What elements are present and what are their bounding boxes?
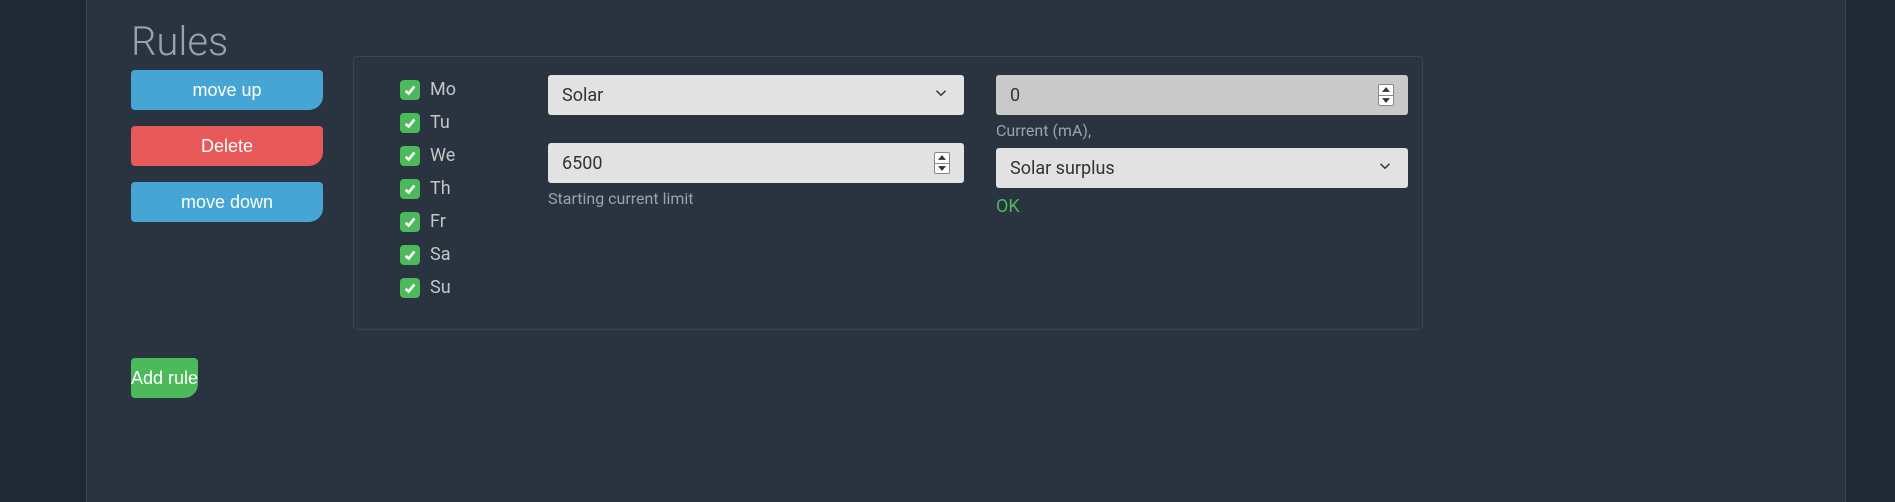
surplus-select[interactable]: Solar surplus <box>996 148 1408 188</box>
add-rule-slot: Add rule <box>131 358 323 398</box>
move-down-button[interactable]: move down <box>131 182 323 222</box>
day-checkbox-su[interactable] <box>400 278 420 298</box>
delete-button[interactable]: Delete <box>131 126 323 166</box>
move-up-button[interactable]: move up <box>131 70 323 110</box>
day-row-tu: Tu <box>400 112 456 133</box>
chevron-down-icon <box>932 84 950 107</box>
starting-current-label: Starting current limit <box>548 189 964 208</box>
day-checkbox-fr[interactable] <box>400 212 420 232</box>
status-badge: OK <box>996 196 1408 217</box>
day-row-th: Th <box>400 178 456 199</box>
current-ma-value: 0 <box>1010 85 1020 106</box>
day-checkbox-mo[interactable] <box>400 80 420 100</box>
starting-current-value: 6500 <box>562 153 602 174</box>
spinner-icon[interactable] <box>1378 84 1394 106</box>
day-row-we: We <box>400 145 456 166</box>
day-checkbox-tu[interactable] <box>400 113 420 133</box>
column-current: 0 Current (mA), Solar surplus OK <box>996 75 1408 217</box>
starting-current-input[interactable]: 6500 <box>548 143 964 183</box>
rule-card: Mo Tu We Th Fr Sa <box>353 56 1423 330</box>
mode-select-value: Solar <box>562 85 603 106</box>
spinner-icon[interactable] <box>934 152 950 174</box>
day-label: We <box>430 145 455 166</box>
current-ma-input[interactable]: 0 <box>996 75 1408 115</box>
day-row-fr: Fr <box>400 211 456 232</box>
day-checkbox-sa[interactable] <box>400 245 420 265</box>
day-row-su: Su <box>400 277 456 298</box>
section-title: Rules <box>131 18 228 65</box>
current-ma-label: Current (mA), <box>996 121 1408 140</box>
rule-actions: move up Delete move down <box>131 70 323 222</box>
day-label: Th <box>430 178 451 199</box>
chevron-down-icon <box>1376 157 1394 180</box>
day-label: Sa <box>430 244 450 265</box>
days-column: Mo Tu We Th Fr Sa <box>400 79 456 298</box>
day-row-sa: Sa <box>400 244 456 265</box>
day-label: Su <box>430 277 451 298</box>
day-checkbox-th[interactable] <box>400 179 420 199</box>
day-label: Fr <box>430 211 446 232</box>
rules-panel: Rules move up Delete move down Add rule … <box>86 0 1846 502</box>
day-checkbox-we[interactable] <box>400 146 420 166</box>
add-rule-button[interactable]: Add rule <box>131 358 198 398</box>
surplus-select-value: Solar surplus <box>1010 158 1115 179</box>
day-label: Mo <box>430 79 456 100</box>
day-row-mo: Mo <box>400 79 456 100</box>
column-mode: Solar 6500 Starting current limit <box>548 75 964 208</box>
mode-select[interactable]: Solar <box>548 75 964 115</box>
day-label: Tu <box>430 112 450 133</box>
